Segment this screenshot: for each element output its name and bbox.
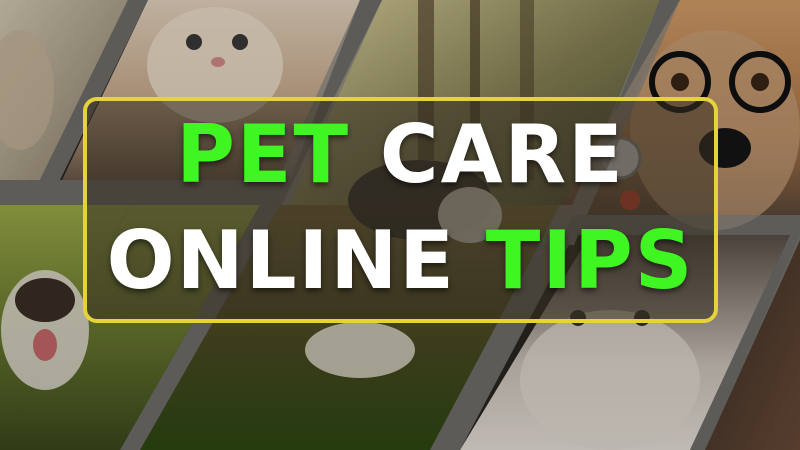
title-word-online: ONLINE (106, 214, 456, 307)
title-frame: PET CARE ONLINE TIPS (83, 97, 718, 323)
title-word-tips: TIPS (485, 214, 695, 307)
title-line-1: PET CARE (87, 115, 714, 195)
title-word-pet: PET (176, 108, 351, 201)
pet-care-banner: PET CARE ONLINE TIPS (0, 0, 800, 450)
title-line-2: ONLINE TIPS (87, 221, 714, 301)
title-word-care: CARE (379, 108, 625, 201)
